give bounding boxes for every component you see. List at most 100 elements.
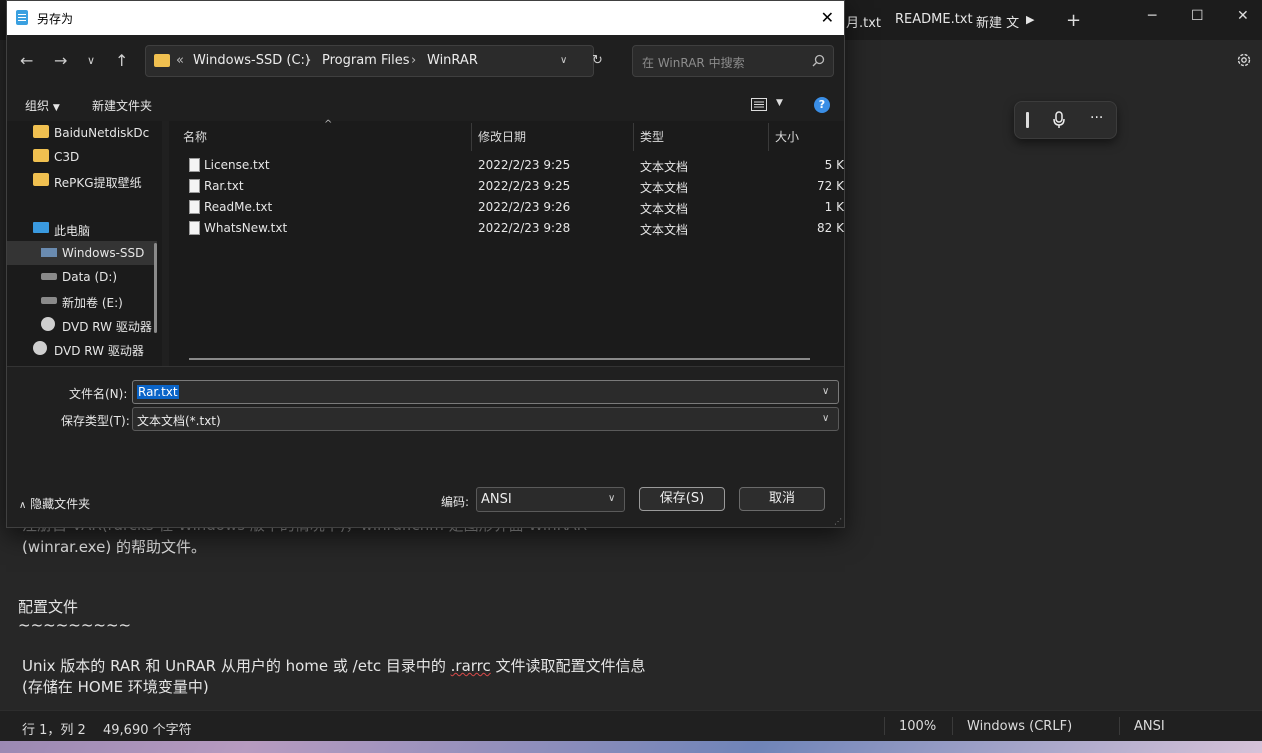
search-box[interactable]: 在 WinRAR 中搜索 — [632, 45, 834, 77]
file-size: 5 K — [824, 158, 844, 172]
save-button[interactable]: 保存(S) — [639, 487, 725, 511]
more-options-icon[interactable]: ··· — [1090, 110, 1103, 126]
new-folder-button[interactable]: 新建文件夹 — [92, 97, 152, 114]
file-type: 文本文档 — [640, 202, 689, 216]
search-icon[interactable] — [812, 54, 825, 71]
column-divider[interactable] — [768, 123, 769, 151]
back-arrow-icon[interactable]: ← — [20, 51, 33, 70]
notepad-tab[interactable]: README.txt — [895, 12, 973, 32]
chevron-down-icon[interactable]: ∨ — [822, 413, 832, 424]
breadcrumb-item[interactable]: Program Files — [322, 53, 410, 68]
up-arrow-icon[interactable]: ↑ — [115, 51, 128, 70]
breadcrumb-overflow[interactable]: « — [176, 53, 184, 68]
dropdown-icon: ▼ — [52, 103, 60, 113]
view-options-icon[interactable] — [751, 98, 767, 115]
settings-gear-icon[interactable] — [1236, 52, 1252, 68]
tree-item-label: DVD RW 驱动器 — [54, 344, 144, 358]
column-header-modified[interactable]: 修改日期 — [478, 128, 526, 145]
close-icon[interactable]: ✕ — [821, 8, 834, 27]
file-row[interactable]: WhatsNew.txt 2022/2/23 9:28 文本文档 82 K — [169, 218, 844, 239]
filename-input[interactable]: Rar.txt ∨ — [132, 380, 839, 404]
dialog-title: 另存为 — [37, 12, 74, 26]
file-name: Rar.txt — [204, 179, 244, 193]
column-header-name[interactable]: 名称 — [183, 128, 207, 145]
column-divider[interactable] — [471, 123, 472, 151]
file-name: ReadMe.txt — [204, 200, 273, 214]
organize-label: 组织 — [25, 99, 50, 113]
editor-line: (存储在 HOME 环境变量中) — [22, 678, 209, 696]
breadcrumb-item[interactable]: Windows-SSD (C:) — [193, 53, 310, 68]
file-row[interactable]: License.txt 2022/2/23 9:25 文本文档 5 K — [169, 155, 844, 176]
tree-item[interactable]: DVD RW 驱动器 — [7, 337, 157, 361]
tab-scroll-right-icon[interactable]: ▶ — [1026, 13, 1034, 33]
file-type: 文本文档 — [640, 223, 689, 237]
encoding-label: 编码: — [441, 495, 470, 509]
tree-item[interactable]: RePKG提取壁纸 — [7, 169, 157, 193]
maximize-icon[interactable]: ☐ — [1191, 8, 1204, 24]
status-divider — [884, 717, 885, 735]
column-header-type[interactable]: 类型 — [640, 128, 664, 145]
tree-scrollbar[interactable] — [154, 243, 157, 333]
organize-menu[interactable]: 组织 ▼ — [25, 97, 60, 114]
computer-icon — [33, 222, 49, 233]
column-header-size[interactable]: 大小 — [775, 128, 799, 145]
forward-arrow-icon[interactable]: → — [54, 51, 67, 70]
resize-grip-icon[interactable]: ⋰ — [834, 517, 842, 526]
text-file-icon — [189, 200, 200, 214]
tree-item[interactable]: C3D — [7, 145, 157, 169]
folder-icon — [33, 125, 49, 138]
address-bar[interactable]: « Windows-SSD (C:) › Program Files › Win… — [145, 45, 603, 77]
minimize-icon[interactable]: ─ — [1148, 8, 1156, 24]
breadcrumb-separator-icon: › — [306, 53, 312, 68]
view-dropdown-icon[interactable]: ▼ — [776, 98, 783, 108]
save-as-dialog: 另存为 ✕ ← → ∨ ↑ « Windows-SSD (C:) › Progr… — [6, 0, 845, 528]
help-icon[interactable]: ? — [814, 97, 830, 113]
breadcrumb-item[interactable]: WinRAR — [427, 53, 478, 68]
microphone-icon[interactable] — [1052, 111, 1066, 133]
column-divider[interactable] — [633, 123, 634, 151]
hide-folders-toggle[interactable]: ∧ 隐藏文件夹 — [19, 495, 90, 512]
notepad-tab[interactable]: 月.txt — [846, 12, 881, 32]
file-modified: 2022/2/23 9:25 — [478, 158, 571, 172]
address-dropdown-icon[interactable]: ∨ — [560, 55, 567, 66]
filetype-select[interactable]: 文本文档(*.txt) ∨ — [132, 407, 839, 431]
tree-item[interactable]: BaiduNetdiskDc — [7, 121, 157, 145]
chevron-down-icon[interactable]: ∨ — [822, 386, 832, 397]
tree-item-label: DVD RW 驱动器 — [62, 320, 152, 334]
command-bar: 组织 ▼ 新建文件夹 ▼ ? — [7, 87, 844, 121]
recent-locations-chevron-icon[interactable]: ∨ — [87, 54, 95, 67]
file-modified: 2022/2/23 9:25 — [478, 179, 571, 193]
close-icon[interactable]: ✕ — [1237, 8, 1249, 24]
new-tab-icon[interactable]: + — [1066, 12, 1081, 30]
chevron-down-icon[interactable]: ∨ — [608, 493, 618, 504]
drag-handle-icon[interactable] — [1026, 112, 1029, 128]
tree-item-label: Windows-SSD — [62, 246, 145, 260]
line-ending: Windows (CRLF) — [967, 719, 1073, 734]
cancel-button[interactable]: 取消 — [739, 487, 825, 511]
editor-text: Unix 版本的 RAR 和 UnRAR 从用户的 home 或 /etc 目录… — [22, 657, 451, 675]
notepad-tab[interactable]: 新建 文 — [976, 12, 1019, 32]
file-name: License.txt — [204, 158, 270, 172]
file-row[interactable]: ReadMe.txt 2022/2/23 9:26 文本文档 1 K — [169, 197, 844, 218]
horizontal-scrollbar[interactable] — [189, 358, 810, 360]
tree-item-label: RePKG提取壁纸 — [54, 176, 142, 190]
search-placeholder: 在 WinRAR 中搜索 — [642, 56, 745, 70]
tree-item[interactable]: 新加卷 (E:) — [7, 289, 157, 313]
file-row[interactable]: Rar.txt 2022/2/23 9:25 文本文档 72 K — [169, 176, 844, 197]
misspelled-word: .rarrc — [450, 657, 491, 675]
tree-item[interactable]: 此电脑 — [7, 217, 157, 241]
encoding-select[interactable]: ANSI ∨ — [476, 487, 625, 512]
encoding-value: ANSI — [481, 492, 512, 507]
tree-item[interactable]: Data (D:) — [7, 265, 157, 289]
tree-item[interactable]: Windows-SSD — [7, 241, 157, 265]
tree-item[interactable]: DVD RW 驱动器 — [7, 313, 157, 337]
file-type: 文本文档 — [640, 181, 689, 195]
char-count: 49,690 个字符 — [103, 723, 192, 738]
refresh-icon[interactable]: ↻ — [592, 53, 603, 68]
drive-icon — [41, 273, 57, 280]
voice-typing-toolbar: ··· — [1014, 101, 1117, 139]
tree-item-label: BaiduNetdiskDc — [54, 126, 150, 140]
sort-ascending-icon: ^ — [324, 119, 333, 130]
navigation-bar: ← → ∨ ↑ « Windows-SSD (C:) › Program Fil… — [7, 35, 844, 87]
file-modified: 2022/2/23 9:28 — [478, 221, 571, 235]
